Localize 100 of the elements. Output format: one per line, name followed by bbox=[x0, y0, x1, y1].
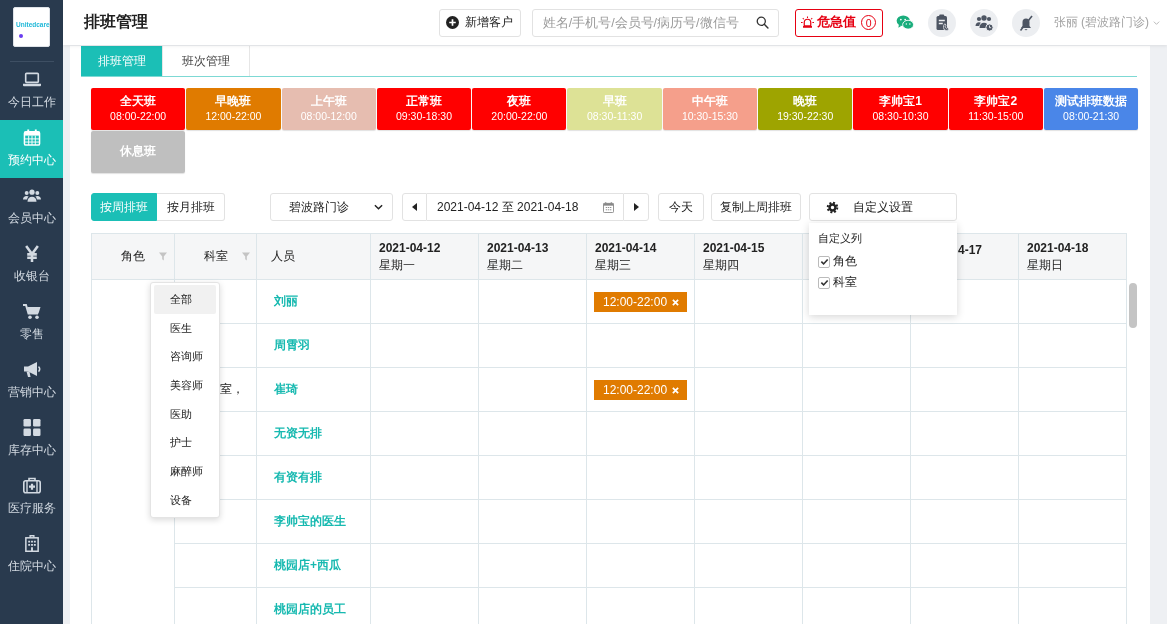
next-week-button[interactable] bbox=[623, 193, 649, 221]
caret-left-icon bbox=[412, 203, 417, 211]
shift-name: 中午班 bbox=[691, 95, 728, 109]
shift-block[interactable]: 全天班 08:00-22:00 bbox=[91, 88, 186, 130]
settings-icon bbox=[826, 200, 839, 214]
shift-block[interactable]: 李帅宝2 11:30-15:00 bbox=[948, 88, 1043, 130]
shift-time: 19:30-22:30 bbox=[777, 111, 834, 123]
shift-block[interactable]: 夜班 20:00-22:00 bbox=[472, 88, 567, 130]
date-range-field[interactable]: 2021-04-12 至 2021-04-18 bbox=[427, 193, 623, 221]
previous-week-button[interactable] bbox=[402, 193, 427, 221]
medical-kit-icon bbox=[22, 477, 41, 494]
panel-title: 自定义列 bbox=[818, 231, 863, 246]
shift-time: 08:00-21:30 bbox=[1063, 111, 1120, 123]
add-customer-button[interactable]: 新增客户 bbox=[438, 8, 521, 37]
shift-time: 08:30-10:30 bbox=[872, 111, 929, 123]
shift-name: 早班 bbox=[602, 95, 627, 109]
staff-name-link[interactable]: 崔琦 bbox=[274, 382, 298, 396]
shift-name: 李帅宝1 bbox=[879, 95, 922, 109]
scrollbar-thumb[interactable] bbox=[1129, 283, 1137, 328]
department-text: 室， bbox=[220, 382, 244, 396]
sidebar-item[interactable]: 收银台 bbox=[0, 236, 63, 294]
chat-bubbles-icon[interactable] bbox=[895, 15, 914, 30]
date-label: 2021-04-12 bbox=[379, 239, 442, 257]
user-menu[interactable]: 张丽 (碧波路门诊) bbox=[1053, 14, 1160, 31]
shift-block[interactable]: 晚班 19:30-22:30 bbox=[758, 88, 853, 130]
today-button[interactable]: 今天 bbox=[658, 193, 704, 221]
grid-icon bbox=[22, 419, 41, 436]
megaphone-icon bbox=[22, 361, 41, 378]
copy-last-week-button[interactable]: 复制上周排班 bbox=[711, 193, 801, 221]
sidebar-item[interactable]: 零售 bbox=[0, 294, 63, 352]
dropdown-item[interactable]: 美容师 bbox=[154, 371, 216, 400]
clinic-select[interactable]: 碧波路门诊 bbox=[270, 193, 393, 221]
sidebar-item[interactable]: 会员中心 bbox=[0, 178, 63, 236]
dropdown-item[interactable]: 护士 bbox=[154, 428, 216, 458]
staff-name-link[interactable]: 周霄羽 bbox=[274, 338, 310, 352]
shift-time: 08:00-22:00 bbox=[110, 111, 167, 123]
users-icon bbox=[22, 187, 41, 204]
users-clock-icon[interactable] bbox=[969, 8, 998, 37]
shift-time: 20:00-22:00 bbox=[491, 111, 548, 123]
dropdown-item[interactable]: 设备 bbox=[154, 485, 216, 515]
caret-right-icon bbox=[633, 203, 639, 211]
critical-alert-button[interactable]: 危急值 0 bbox=[794, 8, 883, 37]
sidebar-item[interactable]: 住院中心 bbox=[0, 526, 63, 584]
staff-name-link[interactable]: 李帅宝的医生 bbox=[274, 514, 346, 528]
tab[interactable]: 班次管理 bbox=[163, 46, 250, 76]
shift-block[interactable]: 正常班 09:30-18:30 bbox=[376, 88, 472, 130]
column-header: 人员 bbox=[271, 248, 295, 265]
sidebar-item[interactable]: 库存中心 bbox=[0, 410, 63, 468]
weekday-label: 星期二 bbox=[487, 256, 524, 274]
shift-name: 全天班 bbox=[120, 95, 157, 109]
column-header: 科室 bbox=[204, 248, 228, 265]
bell-slash-icon[interactable] bbox=[1011, 8, 1040, 37]
staff-name-link[interactable]: 刘丽 bbox=[274, 294, 298, 308]
cart-icon bbox=[22, 303, 41, 320]
search-icon[interactable] bbox=[755, 16, 769, 29]
dropdown-item[interactable]: 麻醉师 bbox=[154, 457, 216, 486]
shift-time: 10:30-15:30 bbox=[681, 111, 738, 123]
shift-block[interactable]: 李帅宝1 08:30-10:30 bbox=[853, 88, 948, 130]
weekday-label: 星期四 bbox=[703, 256, 740, 274]
shift-chip[interactable]: 12:00-22:00 bbox=[594, 380, 687, 400]
checkbox-label[interactable]: 科室 bbox=[833, 275, 857, 290]
date-label: 2021-04-13 bbox=[487, 239, 550, 257]
shift-block[interactable]: 早晚班 12:00-22:00 bbox=[186, 88, 281, 130]
weekday-label: 星期一 bbox=[379, 256, 416, 274]
dropdown-item[interactable]: 医生 bbox=[154, 313, 216, 343]
staff-name-link[interactable]: 桃园店+西瓜 bbox=[274, 558, 341, 572]
shift-name: 夜班 bbox=[507, 95, 532, 109]
checkbox[interactable] bbox=[818, 255, 830, 268]
shift-chip[interactable]: 12:00-22:00 bbox=[594, 292, 687, 312]
custom-settings-button[interactable]: 自定义设置 bbox=[809, 193, 957, 221]
sidebar-item[interactable]: 营销中心 bbox=[0, 352, 63, 410]
checkbox[interactable] bbox=[818, 276, 830, 289]
calendar-icon bbox=[603, 201, 614, 213]
dropdown-item[interactable]: 医助 bbox=[154, 399, 216, 429]
staff-name-link[interactable]: 有资有排 bbox=[274, 470, 322, 484]
view-toggle-option[interactable]: 按月排班 bbox=[157, 193, 225, 221]
weekday-label: 星期三 bbox=[595, 256, 632, 274]
shift-name: 正常班 bbox=[406, 95, 443, 109]
sidebar-item[interactable]: 医疗服务 bbox=[0, 468, 63, 526]
laptop-icon bbox=[22, 71, 41, 88]
weekday-label: 星期日 bbox=[1027, 256, 1064, 274]
sidebar-item[interactable]: 今日工作 bbox=[0, 62, 63, 120]
dropdown-item[interactable]: 全部 bbox=[154, 285, 216, 314]
caret-down-icon bbox=[1153, 20, 1160, 25]
close-icon[interactable] bbox=[672, 298, 680, 306]
shift-name: 测试排班数据 bbox=[1055, 95, 1128, 109]
building-icon bbox=[22, 535, 41, 552]
staff-name-link[interactable]: 无资无排 bbox=[274, 426, 322, 440]
column-header: 角色 bbox=[121, 248, 145, 265]
checkbox-label[interactable]: 角色 bbox=[833, 254, 857, 269]
shift-block[interactable]: 测试排班数据 08:00-21:30 bbox=[1043, 88, 1139, 130]
dropdown-item[interactable]: 咨询师 bbox=[154, 342, 216, 372]
shift-name: 早晚班 bbox=[215, 95, 252, 109]
date-label: 2021-04-15 bbox=[703, 239, 766, 257]
search-field[interactable]: 姓名/手机号/会员号/病历号/微信号 bbox=[531, 8, 779, 37]
shift-name: 休息班 bbox=[120, 145, 157, 159]
date-label: 2021-04-18 bbox=[1027, 239, 1090, 257]
clipboard-icon[interactable] bbox=[927, 8, 956, 37]
close-icon[interactable] bbox=[672, 386, 680, 394]
shift-name: 上午班 bbox=[310, 95, 347, 109]
